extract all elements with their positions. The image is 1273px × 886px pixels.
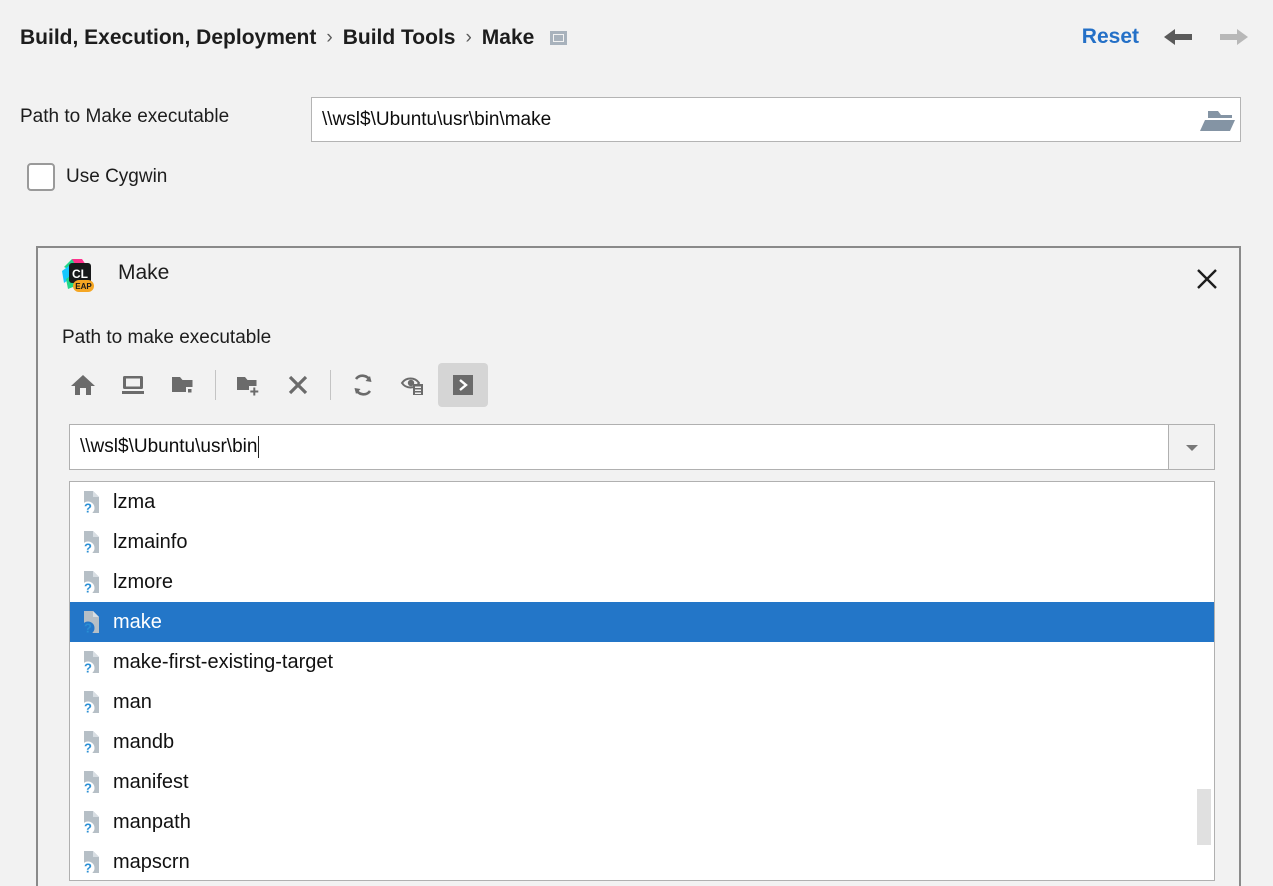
file-list-item-label: mapscrn <box>113 851 190 874</box>
text-caret <box>258 436 259 458</box>
breadcrumb-item-build-execution-deployment[interactable]: Build, Execution, Deployment <box>20 26 316 50</box>
file-list-item-label: lzmainfo <box>113 531 187 554</box>
unknown-file-icon: ? <box>79 769 103 795</box>
svg-text:?: ? <box>84 581 92 596</box>
file-list-item[interactable]: ? mandb <box>70 722 1214 762</box>
file-list-item-label: mandb <box>113 731 174 754</box>
chooser-toolbar <box>58 361 488 409</box>
path-to-make-executable-row: Path to Make executable <box>20 106 229 128</box>
show-hidden-files-icon[interactable] <box>388 363 438 407</box>
file-list-item-label: man <box>113 691 152 714</box>
use-cygwin-row: Use Cygwin <box>27 163 167 191</box>
unknown-file-icon: ? <box>79 609 103 635</box>
path-to-make-executable-value: \\wsl$\Ubuntu\usr\bin\make <box>312 109 1200 131</box>
file-list-item[interactable]: ? lzmainfo <box>70 522 1214 562</box>
svg-text:?: ? <box>84 821 92 836</box>
file-list-item-label: manifest <box>113 771 189 794</box>
close-icon[interactable] <box>1187 259 1227 299</box>
path-to-make-executable-label: Path to Make executable <box>20 106 229 128</box>
breadcrumb-separator: › <box>326 27 332 49</box>
chevron-down-icon[interactable] <box>1169 424 1215 470</box>
chooser-path-value: \\wsl$\Ubuntu\usr\bin <box>80 436 257 458</box>
unknown-file-icon: ? <box>79 529 103 555</box>
file-list-item[interactable]: ? manpath <box>70 802 1214 842</box>
refresh-icon[interactable] <box>338 363 388 407</box>
svg-text:?: ? <box>84 621 92 636</box>
toolbar-separator <box>330 370 331 400</box>
file-list-item[interactable]: ? manifest <box>70 762 1214 802</box>
show-path-icon[interactable] <box>438 363 488 407</box>
file-list-item-label: make <box>113 611 162 634</box>
desktop-icon[interactable] <box>108 363 158 407</box>
svg-text:?: ? <box>84 701 92 716</box>
use-cygwin-checkbox[interactable] <box>27 163 55 191</box>
arrow-left-icon[interactable] <box>1161 24 1195 50</box>
file-list-item[interactable]: ? man <box>70 682 1214 722</box>
project-folder-icon[interactable] <box>158 363 208 407</box>
file-list-item[interactable]: ? mapscrn <box>70 842 1214 881</box>
svg-text:EAP: EAP <box>75 282 92 291</box>
chooser-path-input[interactable]: \\wsl$\Ubuntu\usr\bin <box>69 424 1169 470</box>
file-list-item[interactable]: ? make-first-existing-target <box>70 642 1214 682</box>
svg-text:?: ? <box>84 741 92 756</box>
svg-text:?: ? <box>84 501 92 516</box>
file-list-item[interactable]: ? lzmore <box>70 562 1214 602</box>
unknown-file-icon: ? <box>79 569 103 595</box>
path-to-make-executable-input[interactable]: \\wsl$\Ubuntu\usr\bin\make <box>311 97 1241 142</box>
file-list-item-label: make-first-existing-target <box>113 651 333 674</box>
home-icon[interactable] <box>58 363 108 407</box>
file-list-frame: ? lzma? lzmainfo? lzmore? make? make-first-ex… <box>69 481 1215 881</box>
vertical-scrollbar[interactable] <box>1196 483 1212 881</box>
dialog-title: Make <box>118 261 169 285</box>
delete-icon[interactable] <box>273 363 323 407</box>
breadcrumb: Build, Execution, Deployment › Build Too… <box>20 26 567 50</box>
header-actions: Reset <box>1082 24 1251 50</box>
arrow-right-icon[interactable] <box>1217 24 1251 50</box>
use-cygwin-label: Use Cygwin <box>66 166 167 188</box>
svg-text:?: ? <box>84 781 92 796</box>
dialog-titlebar: CL EAP Make <box>38 248 1239 310</box>
file-list-item[interactable]: ? make <box>70 602 1214 642</box>
svg-text:?: ? <box>84 661 92 676</box>
file-list-item-label: lzma <box>113 491 155 514</box>
svg-text:?: ? <box>84 541 92 556</box>
svg-text:?: ? <box>84 861 92 876</box>
file-list-item-label: manpath <box>113 811 191 834</box>
breadcrumb-item-make[interactable]: Make <box>482 26 535 50</box>
chooser-path-combo: \\wsl$\Ubuntu\usr\bin <box>69 424 1215 470</box>
unknown-file-icon: ? <box>79 729 103 755</box>
reset-button[interactable]: Reset <box>1082 25 1139 49</box>
file-list: ? lzma? lzmainfo? lzmore? make? make-first-ex… <box>70 482 1214 881</box>
file-list-item-label: lzmore <box>113 571 173 594</box>
new-folder-icon[interactable] <box>223 363 273 407</box>
scrollbar-thumb[interactable] <box>1197 789 1211 845</box>
unknown-file-icon: ? <box>79 689 103 715</box>
folder-open-icon[interactable] <box>1200 97 1240 142</box>
svg-text:CL: CL <box>72 267 88 281</box>
unknown-file-icon: ? <box>79 649 103 675</box>
unknown-file-icon: ? <box>79 489 103 515</box>
file-list-item[interactable]: ? lzma <box>70 482 1214 522</box>
unknown-file-icon: ? <box>79 849 103 875</box>
file-chooser-dialog: CL EAP Make Path to make executable <box>36 246 1241 886</box>
panel-window-icon[interactable] <box>550 31 567 45</box>
breadcrumb-separator: › <box>465 27 471 49</box>
chooser-subtitle: Path to make executable <box>62 327 271 349</box>
unknown-file-icon: ? <box>79 809 103 835</box>
toolbar-separator <box>215 370 216 400</box>
breadcrumb-item-build-tools[interactable]: Build Tools <box>343 26 456 50</box>
clion-eap-icon: CL EAP <box>60 257 98 295</box>
